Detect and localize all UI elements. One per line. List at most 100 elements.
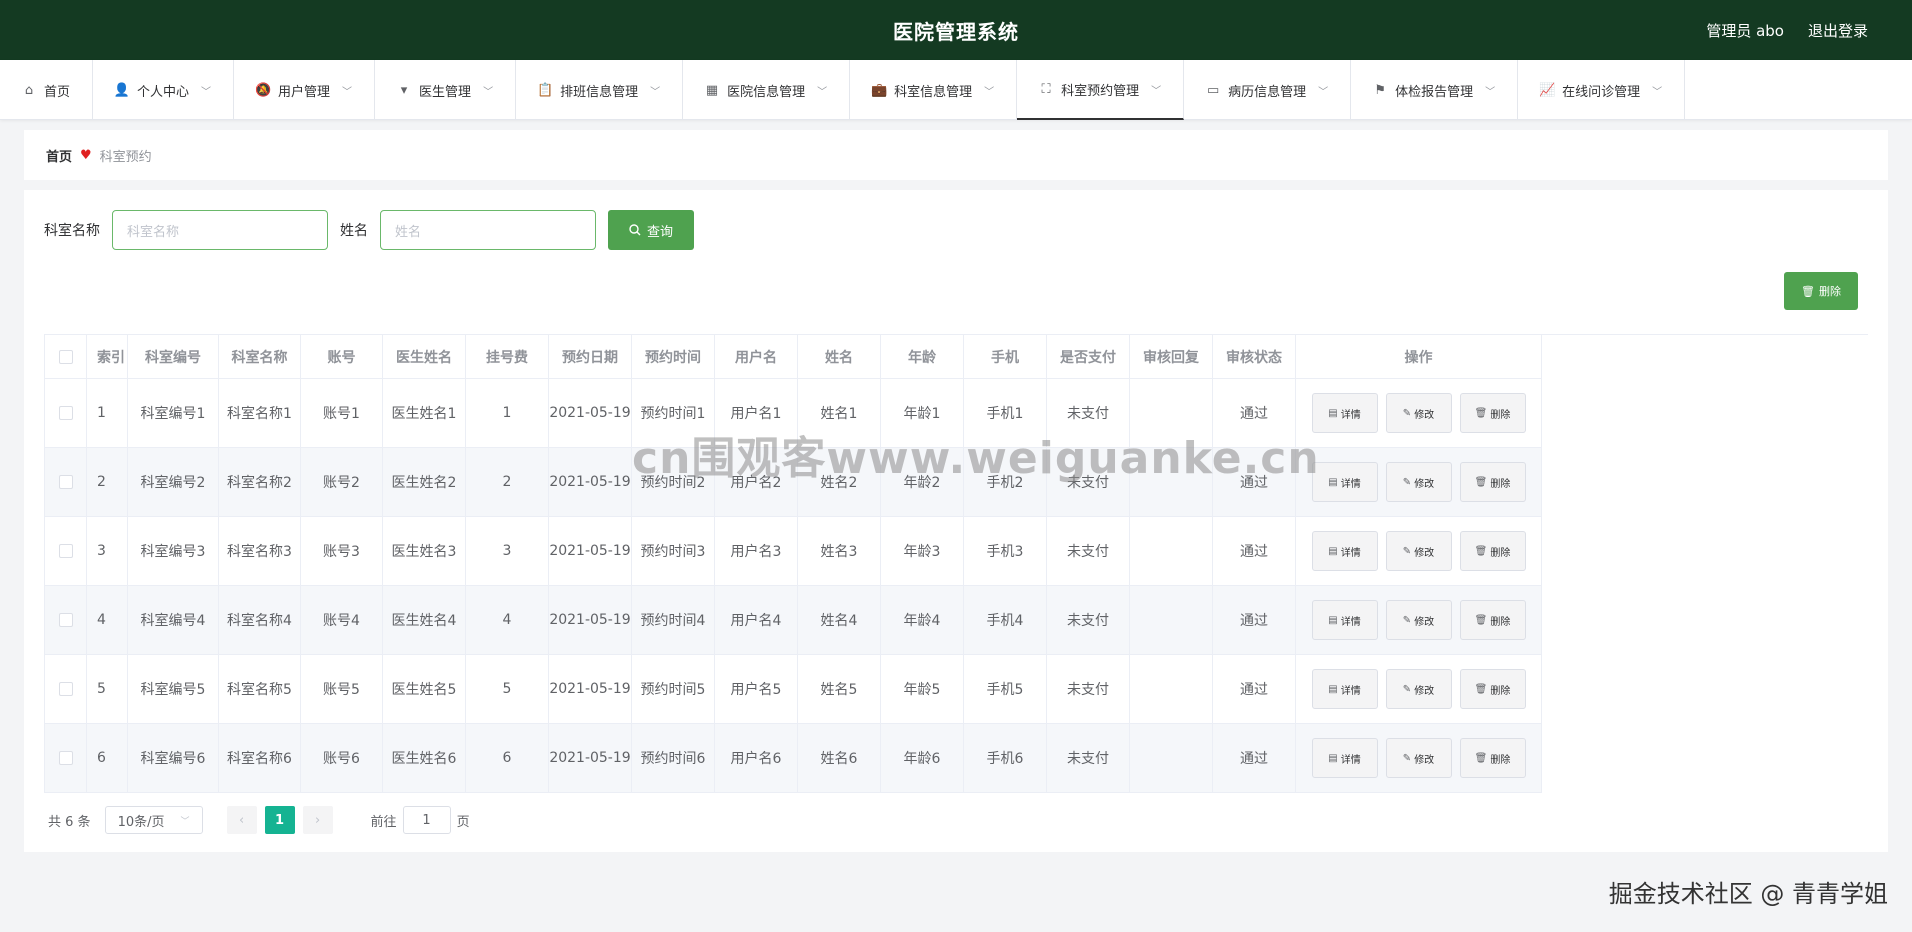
detail-button[interactable]: ▤ 详情 — [1311, 462, 1378, 502]
row-checkbox[interactable] — [58, 751, 73, 765]
edit-button[interactable]: ✎ 修改 — [1385, 600, 1452, 640]
table-cell: 姓名6 — [798, 724, 881, 793]
detail-button[interactable]: ▤ 详情 — [1311, 600, 1378, 640]
table-cell: 通过 — [1213, 586, 1296, 655]
column-header: 索引 — [87, 335, 128, 379]
column-header: 操作 — [1296, 335, 1542, 379]
edit-button-label: 修改 — [1414, 409, 1435, 421]
column-header: 科室名称 — [219, 335, 301, 379]
page-jumper: 前往 1 页 — [371, 806, 470, 834]
select-all-checkbox[interactable] — [58, 349, 73, 364]
prev-page-button[interactable]: ‹ — [226, 806, 257, 834]
table-cell: 2 — [87, 448, 128, 517]
delete-button-label: 删除 — [1490, 409, 1511, 421]
batch-delete-button[interactable]: 🗑 删除 — [1784, 272, 1858, 310]
delete-button[interactable]: 🗑 删除 — [1459, 738, 1526, 778]
logout-link[interactable]: 退出登录 — [1808, 20, 1868, 41]
table-cell: 账号6 — [301, 724, 383, 793]
table-cell: 科室名称3 — [219, 517, 301, 586]
table-cell: 年龄4 — [881, 586, 964, 655]
chevron-left-icon: ‹ — [238, 812, 245, 828]
pencil-icon: ✎ — [1402, 476, 1412, 488]
detail-button[interactable]: ▤ 详情 — [1311, 393, 1378, 433]
nav-item-3[interactable]: ▾ 医生管理 ﹀ — [375, 60, 517, 120]
table-cell: 年龄6 — [881, 724, 964, 793]
chevron-down-icon: ﹀ — [1652, 86, 1663, 98]
table-cell: 姓名5 — [798, 655, 881, 724]
delete-button[interactable]: 🗑 删除 — [1459, 669, 1526, 709]
row-checkbox[interactable] — [58, 544, 73, 558]
detail-button[interactable]: ▤ 详情 — [1311, 531, 1378, 571]
table-cell: 账号3 — [301, 517, 383, 586]
grid-icon: ▦ — [705, 82, 719, 98]
nav-item-5[interactable]: ▦ 医院信息管理 ﹀ — [683, 60, 851, 120]
home-icon: ⌂ — [24, 82, 34, 98]
nav-item-8[interactable]: ▭ 病历信息管理 ﹀ — [1184, 60, 1352, 120]
table-cell: 姓名4 — [798, 586, 881, 655]
edit-button[interactable]: ✎ 修改 — [1385, 738, 1452, 778]
name-input[interactable]: 姓名 — [380, 210, 596, 250]
table-cell: 手机3 — [964, 517, 1047, 586]
delete-button[interactable]: 🗑 删除 — [1459, 600, 1526, 640]
nav-item-10[interactable]: 📈 在线问诊管理 ﹀ — [1518, 60, 1686, 120]
edit-button[interactable]: ✎ 修改 — [1385, 393, 1452, 433]
table-cell: 年龄3 — [881, 517, 964, 586]
row-checkbox[interactable] — [58, 613, 73, 627]
detail-button-label: 详情 — [1340, 754, 1361, 766]
nav-item-0[interactable]: ⌂ 首页 — [0, 60, 94, 120]
detail-button[interactable]: ▤ 详情 — [1311, 669, 1378, 709]
column-header: 挂号费 — [466, 335, 549, 379]
row-checkbox[interactable] — [58, 475, 73, 489]
row-actions: ▤ 详情 ✎ 修改 🗑 删除 — [1296, 379, 1542, 448]
page-number-current[interactable]: 1 — [264, 806, 295, 834]
table-cell: 5 — [466, 655, 549, 724]
select-all-cell — [45, 335, 87, 379]
query-button[interactable]: 查询 — [608, 210, 694, 250]
table-cell: 医生姓名2 — [383, 448, 466, 517]
document-icon: ▤ — [1328, 683, 1338, 695]
goto-page-input[interactable]: 1 — [402, 806, 451, 834]
row-actions: ▤ 详情 ✎ 修改 🗑 删除 — [1296, 448, 1542, 517]
nav-item-label: 科室预约管理 — [1061, 83, 1140, 99]
nav-item-4[interactable]: 📋 排班信息管理 ﹀ — [516, 60, 684, 120]
nav-item-9[interactable]: ⚑ 体检报告管理 ﹀ — [1351, 60, 1519, 120]
detail-button-label: 详情 — [1340, 409, 1361, 421]
edit-button[interactable]: ✎ 修改 — [1385, 462, 1452, 502]
delete-button[interactable]: 🗑 删除 — [1459, 462, 1526, 502]
nav-item-6[interactable]: 💼 科室信息管理 ﹀ — [850, 60, 1018, 120]
nav-item-7[interactable]: ⛶ 科室预约管理 ﹀ — [1017, 60, 1185, 120]
delete-button[interactable]: 🗑 删除 — [1459, 393, 1526, 433]
app-title: 医院管理系统 — [893, 19, 1019, 44]
delete-button[interactable]: 🗑 删除 — [1459, 531, 1526, 571]
table-cell: 账号1 — [301, 379, 383, 448]
table-cell: 4 — [87, 586, 128, 655]
document-icon: ▤ — [1328, 407, 1338, 419]
column-header: 手机 — [964, 335, 1047, 379]
table-cell: 通过 — [1213, 724, 1296, 793]
table-cell: 医生姓名4 — [383, 586, 466, 655]
row-checkbox[interactable] — [58, 682, 73, 696]
breadcrumb-home[interactable]: 首页 — [46, 146, 72, 165]
page-size-select[interactable]: 10条/页 ﹀ — [104, 806, 203, 834]
delete-button-label: 删除 — [1490, 754, 1511, 766]
nav-item-1[interactable]: 👤 个人中心 ﹀ — [93, 60, 235, 120]
next-page-button[interactable]: › — [302, 806, 333, 834]
table-cell: 科室名称2 — [219, 448, 301, 517]
table-cell: 未支付 — [1047, 517, 1130, 586]
edit-button[interactable]: ✎ 修改 — [1385, 669, 1452, 709]
nav-item-2[interactable]: 🔕 用户管理 ﹀ — [234, 60, 376, 120]
row-checkbox[interactable] — [58, 406, 73, 420]
table-cell: 手机5 — [964, 655, 1047, 724]
column-header: 用户名 — [715, 335, 798, 379]
edit-button[interactable]: ✎ 修改 — [1385, 531, 1452, 571]
edit-button-label: 修改 — [1414, 478, 1435, 490]
pagination: 共 6 条 10条/页 ﹀ ‹ 1 › 前往 1 页 — [48, 806, 470, 834]
table-cell: 用户名4 — [715, 586, 798, 655]
fullscreen-icon: ⛶ — [1041, 81, 1051, 97]
detail-button[interactable]: ▤ 详情 — [1311, 738, 1378, 778]
document-icon: ▤ — [1328, 476, 1338, 488]
dept-name-input[interactable]: 科室名称 — [112, 210, 328, 250]
delete-button-label: 删除 — [1490, 685, 1511, 697]
table-row: 5 科室编号5 科室名称5 账号5 医生姓名5 5 2021-05-19 预约时间5 用户名5 姓… — [45, 655, 1868, 724]
table-cell: 用户名6 — [715, 724, 798, 793]
